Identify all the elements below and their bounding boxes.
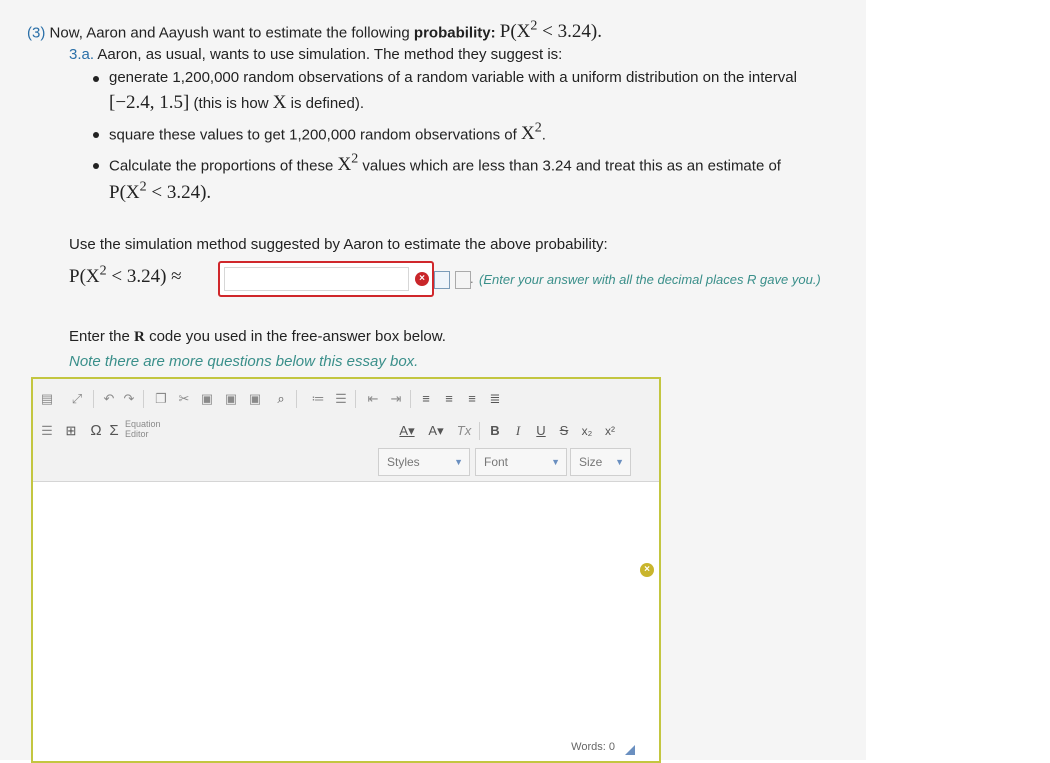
bullet-3-line-2: P(X2 < 3.24).: [109, 180, 211, 204]
part-a-text: Aaron, as usual, wants to use simulation…: [97, 46, 563, 63]
styles-dropdown[interactable]: Styles ▼: [378, 448, 470, 476]
chevron-down-icon: ▼: [615, 457, 624, 467]
note-text: Note there are more questions below this…: [69, 353, 419, 370]
instruction-text: Use the simulation method suggested by A…: [69, 236, 608, 253]
table-icon[interactable]: ⊞: [63, 423, 79, 439]
part-a-header: 3.a. Aaron, as usual, wants to use simul…: [69, 46, 562, 63]
error-icon: ×: [415, 272, 429, 286]
subscript-button[interactable]: x₂: [578, 423, 596, 439]
chevron-down-icon: ▼: [454, 457, 463, 467]
equation-editor-icon[interactable]: Σ: [107, 423, 121, 439]
answer-formula: P(X2 < 3.24) ≈: [69, 264, 182, 288]
align-right-icon[interactable]: ≡: [464, 391, 480, 407]
decrease-indent-icon[interactable]: ⇤: [365, 391, 381, 407]
hint-dot: .: [470, 271, 474, 286]
paste-word-icon[interactable]: ▣: [247, 391, 263, 407]
x-variable: X: [272, 92, 287, 113]
special-character-icon[interactable]: Ω: [89, 423, 103, 439]
paste-icon[interactable]: ▣: [199, 391, 215, 407]
editor-content-area[interactable]: [33, 482, 659, 732]
copy-icon[interactable]: ❐: [153, 391, 169, 407]
bold-button[interactable]: B: [488, 423, 502, 439]
strikethrough-button[interactable]: S: [557, 423, 571, 439]
horizontal-rule-icon[interactable]: ☰: [39, 423, 55, 439]
increase-indent-icon[interactable]: ⇥: [388, 391, 404, 407]
toolbar-separator: [143, 390, 144, 408]
underline-button[interactable]: U: [534, 423, 548, 439]
equation-editor-button[interactable]: Equation Editor: [125, 419, 161, 439]
toolbar-separator: [93, 390, 94, 408]
bullet-1-line-2: [−2.4, 1.5] (this is how X is defined).: [109, 92, 365, 113]
question-number: (3): [27, 24, 46, 42]
numbered-list-icon[interactable]: ≔: [310, 391, 326, 407]
interval-formula: [−2.4, 1.5]: [109, 92, 190, 113]
redo-icon[interactable]: ↷: [121, 391, 137, 407]
x-squared: X2: [337, 152, 359, 176]
question-formula: P(X2 < 3.24).: [499, 19, 602, 43]
bulleted-list-icon[interactable]: ☰: [333, 391, 349, 407]
word-count: Words: 0: [571, 741, 615, 753]
answer-input[interactable]: [218, 261, 434, 297]
answer-input-field[interactable]: [224, 267, 409, 291]
bullet-3-line-1: Calculate the proportions of these X2 va…: [109, 152, 781, 176]
cut-icon[interactable]: ✂: [176, 391, 192, 407]
essay-editor[interactable]: ▤ ⤢ ↶ ↷ ❐ ✂ ▣ ▣ ▣ ⌕ ≔ ☰ ⇤ ⇥ ≡ ≡ ≡ ≣ ☰ ⊞ …: [31, 377, 661, 763]
question-header: (3) Now, Aaron and Aayush want to estima…: [27, 19, 602, 43]
chevron-down-icon: ▼: [551, 457, 560, 467]
justify-icon[interactable]: ≣: [487, 391, 503, 407]
superscript-button[interactable]: x²: [601, 423, 619, 439]
editor-status-icon: ×: [640, 563, 654, 577]
align-center-icon[interactable]: ≡: [441, 391, 457, 407]
editor-toolbar: ▤ ⤢ ↶ ↷ ❐ ✂ ▣ ▣ ▣ ⌕ ≔ ☰ ⇤ ⇥ ≡ ≡ ≡ ≣ ☰ ⊞ …: [33, 379, 659, 482]
undo-icon[interactable]: ↶: [101, 391, 117, 407]
toolbar-separator: [479, 422, 480, 440]
bullet-1-dot: [93, 76, 99, 82]
question-intro-bold: probability:: [413, 24, 496, 42]
resize-handle[interactable]: [625, 745, 635, 755]
bullet-2-dot: [93, 132, 99, 138]
maximize-icon[interactable]: ⤢: [69, 391, 85, 407]
question-intro: Now, Aaron and Aayush want to estimate t…: [49, 24, 410, 42]
bullet-1-line-1: generate 1,200,000 random observations o…: [109, 69, 797, 86]
toolbar-separator: [410, 390, 411, 408]
font-color-button[interactable]: A▾: [397, 423, 417, 439]
remove-format-button[interactable]: Tx: [455, 423, 473, 439]
code-prompt: Enter the R code you used in the free-an…: [69, 328, 446, 345]
answer-hint: (Enter your answer with all the decimal …: [479, 272, 821, 287]
bullet-2-line: square these values to get 1,200,000 ran…: [109, 121, 546, 145]
document-icon[interactable]: [455, 271, 471, 289]
find-icon[interactable]: ⌕: [273, 391, 289, 407]
align-left-icon[interactable]: ≡: [418, 391, 434, 407]
bullet-3-formula: P(X2 < 3.24).: [109, 180, 212, 204]
preview-icon[interactable]: [434, 271, 450, 289]
italic-button[interactable]: I: [511, 423, 525, 439]
font-dropdown[interactable]: Font ▼: [475, 448, 567, 476]
part-a-number: 3.a.: [69, 46, 95, 63]
x-squared: X2: [520, 121, 542, 145]
source-icon[interactable]: ▤: [39, 391, 55, 407]
bullet-3-dot: [93, 163, 99, 169]
toolbar-separator: [355, 390, 356, 408]
size-dropdown[interactable]: Size ▼: [570, 448, 631, 476]
toolbar-separator: [296, 390, 297, 408]
background-color-button[interactable]: A▾: [426, 423, 446, 439]
paste-text-icon[interactable]: ▣: [223, 391, 239, 407]
